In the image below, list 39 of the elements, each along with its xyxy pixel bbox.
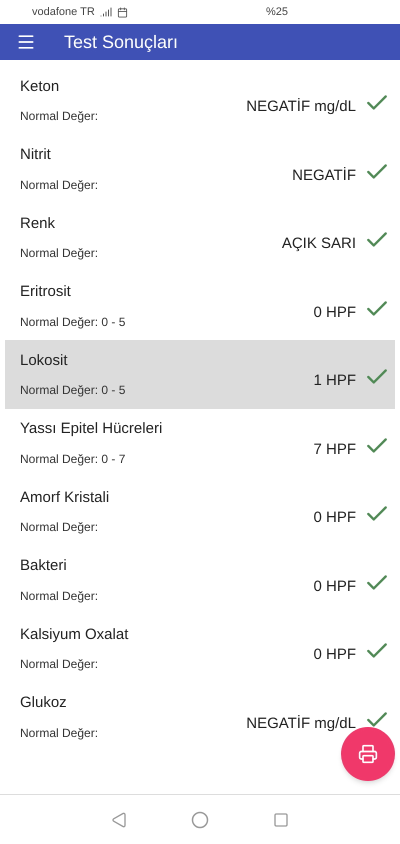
recents-icon[interactable] [273,812,289,828]
back-icon[interactable] [111,812,127,828]
result-value: NEGATİF mg/dL [246,714,356,734]
result-value: 0 HPF [313,508,356,528]
normal-range: Normal Değer: [20,519,100,536]
normal-range: Normal Değer: 0 - 7 [20,450,126,468]
test-name: Eritrosit [20,282,72,302]
result-value: 0 HPF [313,302,356,322]
normal-range: Normal Değer: [20,176,100,194]
printer-icon [358,744,378,764]
home-icon[interactable] [191,810,209,828]
normal-range: Normal Değer: [20,656,100,673]
test-name: Amorf Kristali [20,488,110,508]
result-value: NEGATİF [292,166,356,186]
normal-range: Normal Değer: [20,108,100,125]
test-name: Kalsiyum Oxalat [20,624,130,644]
normal-range: Normal Değer: [20,588,100,604]
test-name: Bakteri [20,556,68,576]
normal-range: Normal Değer: [20,245,100,262]
test-name: Glukoz [20,693,68,713]
normal-range: Normal Değer: 0 - 5 [20,382,126,399]
normal-range: Normal Değer: [20,724,100,742]
test-name: Yassı Epitel Hücreleri [20,419,164,439]
notification-icon [116,6,128,18]
normal-range: Normal Değer: 0 - 5 [20,314,126,330]
result-value: 0 HPF [313,576,356,596]
test-name: Lokosit [20,350,69,370]
test-name: Keton [20,76,60,96]
result-value: 1 HPF [313,371,356,391]
test-name: Nitrit [20,145,52,165]
battery-level: %25 [266,4,288,20]
result-row[interactable]: Lokosit Normal Değer: 0 - 5 1 HPF [5,340,395,408]
result-value: AÇIK SARI [282,234,356,254]
result-value: NEGATİF mg/dL [246,97,356,117]
result-value: 0 HPF [313,645,356,665]
carrier-name: vodafone TR [32,4,95,20]
result-value: 7 HPF [313,440,356,460]
test-name: Renk [20,214,56,234]
app-title: Test Sonuçları [64,30,178,54]
